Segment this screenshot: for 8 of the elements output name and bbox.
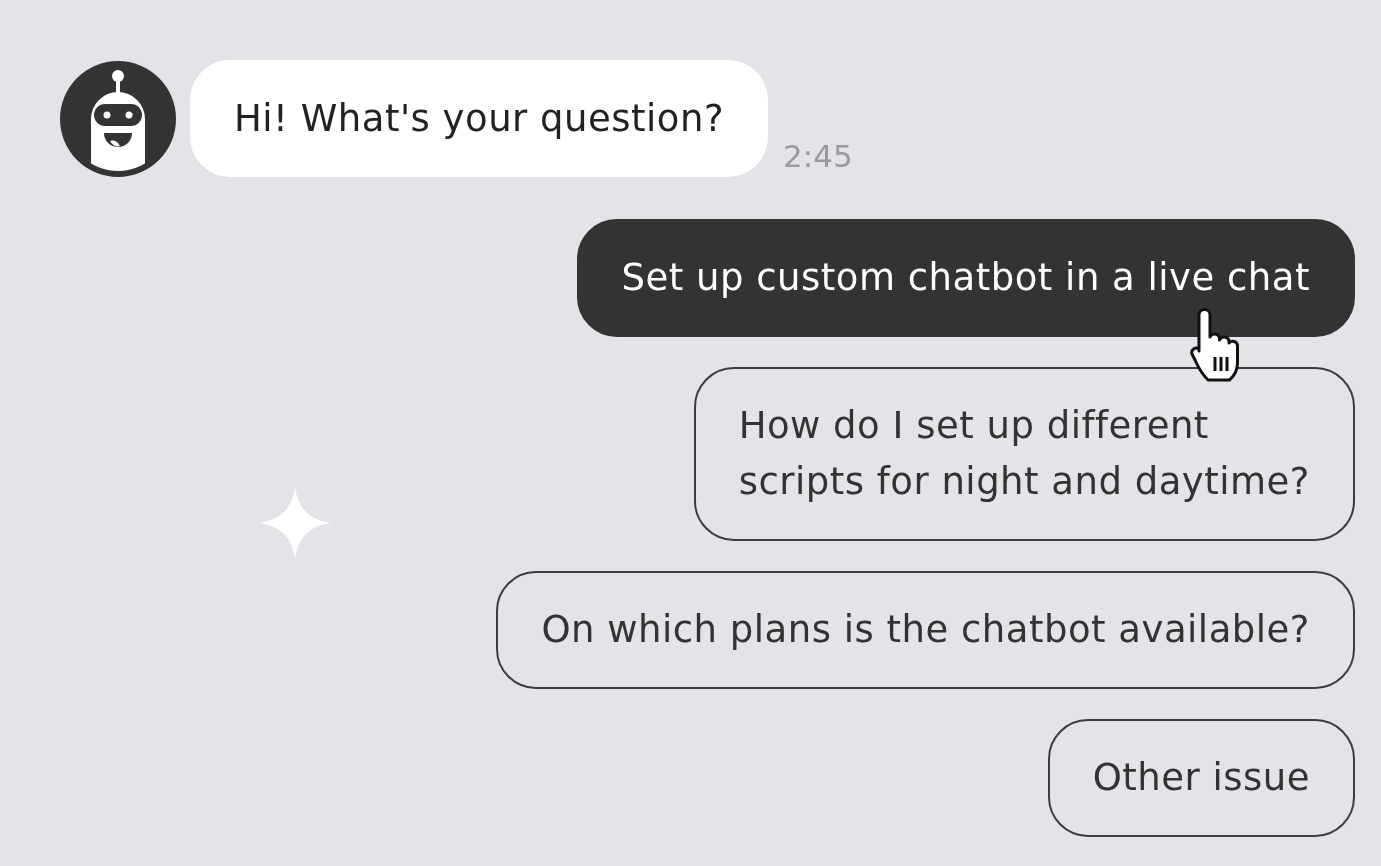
bot-message-bubble: Hi! What's your question? [190,60,769,177]
robot-avatar-icon [60,61,176,177]
quick-reply-option[interactable]: Set up custom chatbot in a live chat [576,219,1355,337]
hand-cursor-icon [1190,307,1240,383]
quick-reply-option[interactable]: On which plans is the chatbot available? [496,571,1355,689]
quick-reply-option[interactable]: Other issue [1047,719,1355,837]
message-time: 2:45 [783,141,853,172]
sparkle-icon [259,487,331,559]
